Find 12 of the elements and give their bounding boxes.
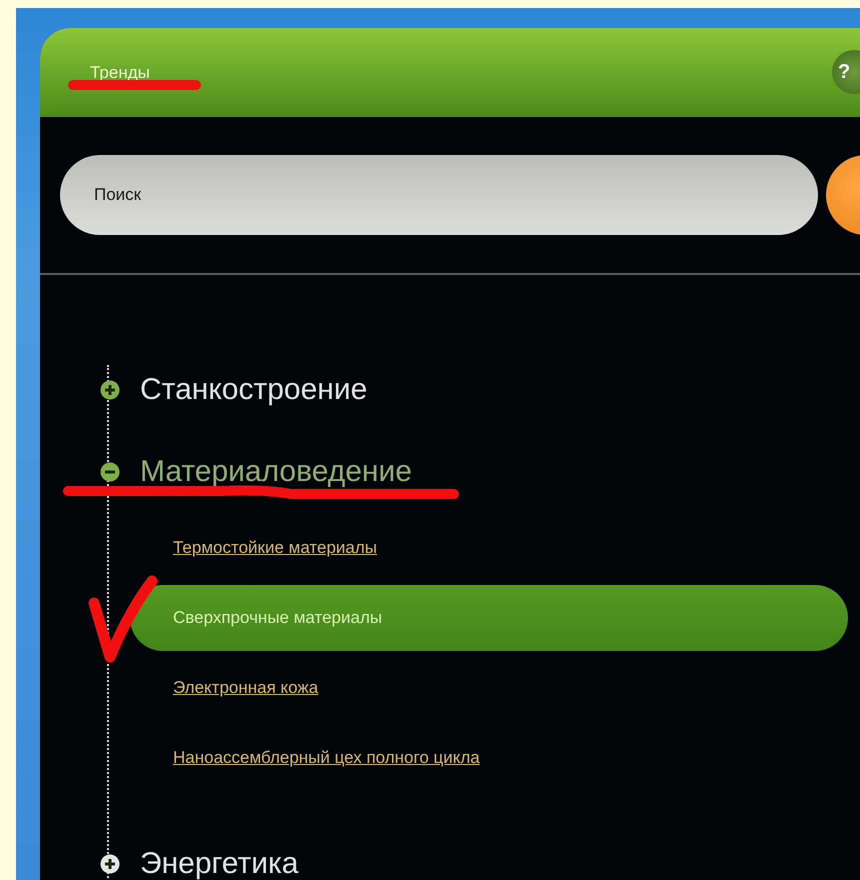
collapse-icon[interactable] <box>100 462 120 482</box>
category-link[interactable]: Станкостроение <box>140 373 368 406</box>
search-field[interactable]: Поиск <box>60 155 818 235</box>
subcategory-link[interactable]: Термостойкие материалы <box>173 535 377 561</box>
expand-icon[interactable] <box>100 380 120 400</box>
header-title: Тренды <box>90 62 150 82</box>
category-link[interactable]: Энергетика <box>140 847 298 880</box>
expand-icon[interactable] <box>100 854 120 874</box>
help-button[interactable]: ? <box>832 50 860 94</box>
subcategory-link[interactable]: Электронная кожа <box>173 675 318 701</box>
category-link[interactable]: Материаловедение <box>140 455 412 488</box>
subcategory-link[interactable]: Наноассемблерный цех полного цикла <box>173 745 480 771</box>
